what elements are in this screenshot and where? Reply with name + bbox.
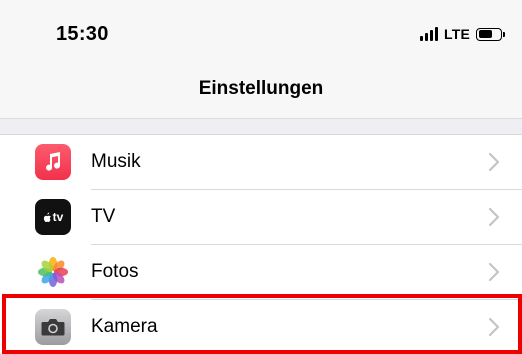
network-type: LTE [443, 26, 470, 42]
photos-flower-icon [35, 254, 71, 290]
status-bar: 15:30 LTE [0, 0, 522, 62]
settings-row-fotos[interactable]: Fotos [0, 245, 522, 300]
battery-fill [478, 30, 492, 38]
battery-icon [476, 27, 505, 41]
settings-list: Musik tv TV Fotos Kamera [0, 135, 522, 354]
status-indicators: LTE [419, 26, 505, 42]
apple-tv-icon: tv [35, 199, 71, 235]
header: 15:30 LTE Einstellungen [0, 0, 522, 118]
settings-row-tv[interactable]: tv TV [0, 190, 522, 245]
section-gap [0, 118, 522, 135]
chevron-right-icon [488, 207, 500, 227]
signal-strength-icon [419, 27, 438, 41]
status-time: 15:30 [56, 23, 109, 45]
music-note-icon [35, 144, 71, 180]
settings-row-kamera[interactable]: Kamera [0, 300, 522, 354]
page-title: Einstellungen [198, 78, 324, 99]
settings-row-label: TV [91, 206, 116, 227]
chevron-right-icon [488, 262, 500, 282]
settings-row-musik[interactable]: Musik [0, 135, 522, 190]
apple-tv-logo: tv [43, 210, 64, 224]
settings-row-label: Fotos [91, 261, 139, 282]
tv-icon-text: tv [52, 210, 64, 224]
camera-icon [35, 309, 71, 345]
settings-row-label: Musik [91, 151, 141, 172]
chevron-right-icon [488, 317, 500, 337]
chevron-right-icon [488, 152, 500, 172]
settings-row-label: Kamera [91, 316, 158, 337]
